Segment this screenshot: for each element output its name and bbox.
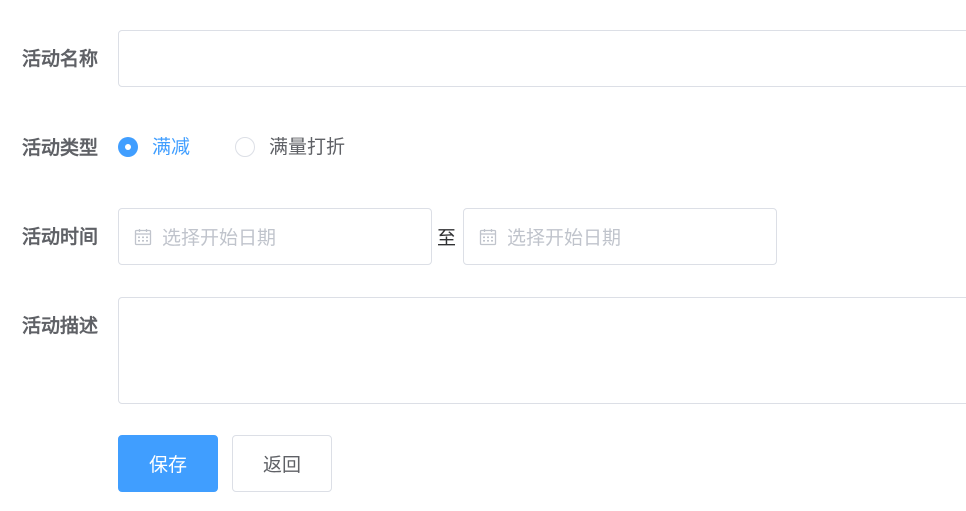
activity-time-label: 活动时间 xyxy=(22,226,99,248)
activity-description-label: 活动描述 xyxy=(22,315,99,337)
start-date-input[interactable]: 选择开始日期 xyxy=(118,208,432,265)
activity-form: 活动名称 活动类型 满减 满量打折 活动时间 选择开始日期 至 选择开始日期 活… xyxy=(0,0,966,511)
activity-name-label: 活动名称 xyxy=(22,48,99,70)
start-date-placeholder: 选择开始日期 xyxy=(162,227,277,249)
date-range-separator: 至 xyxy=(437,227,457,249)
calendar-icon xyxy=(134,228,152,246)
save-button[interactable]: 保存 xyxy=(118,435,218,492)
radio-unchecked-icon[interactable] xyxy=(235,137,255,157)
radio-full-reduction-label[interactable]: 满减 xyxy=(152,135,190,159)
activity-description-textarea[interactable] xyxy=(118,297,966,404)
calendar-icon xyxy=(479,228,497,246)
radio-quantity-discount-label[interactable]: 满量打折 xyxy=(269,135,345,159)
end-date-placeholder: 选择开始日期 xyxy=(507,227,622,249)
activity-name-input[interactable] xyxy=(118,30,966,87)
back-button[interactable]: 返回 xyxy=(232,435,332,492)
radio-quantity-discount[interactable]: 满量打折 xyxy=(235,135,345,159)
end-date-input[interactable]: 选择开始日期 xyxy=(463,208,777,265)
radio-full-reduction[interactable]: 满减 xyxy=(118,135,190,159)
radio-checked-icon[interactable] xyxy=(118,137,138,157)
activity-type-label: 活动类型 xyxy=(22,137,99,159)
